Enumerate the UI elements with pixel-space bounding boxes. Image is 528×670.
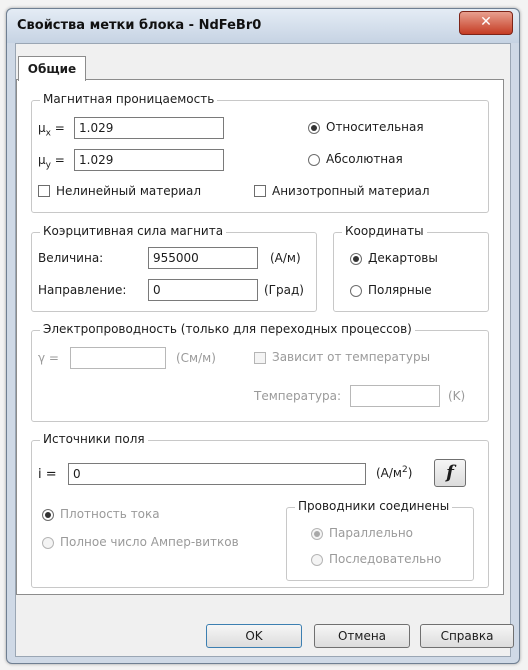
ampere-turns-radio[interactable] bbox=[42, 537, 54, 549]
temperature-label: Температура: bbox=[254, 389, 342, 403]
cartesian-radio[interactable] bbox=[350, 253, 362, 265]
parallel-radio[interactable] bbox=[311, 528, 323, 540]
tab-panel-general: Магнитная проницаемость μx = 1.029 μy = … bbox=[16, 79, 504, 595]
nonlinear-label[interactable]: Нелинейный материал bbox=[56, 184, 201, 198]
coercive-group: Коэрцитивная сила магнита Величина: 9550… bbox=[31, 224, 317, 312]
anisotropic-checkbox[interactable] bbox=[254, 185, 266, 197]
absolute-radio[interactable] bbox=[308, 154, 320, 166]
sources-group: Источники поля i = 0 (А/м2) f Плотность … bbox=[31, 432, 489, 588]
gamma-label: γ = bbox=[38, 351, 59, 365]
coercive-title: Коэрцитивная сила магнита bbox=[40, 224, 227, 238]
temperature-unit: (K) bbox=[448, 389, 466, 403]
relative-label[interactable]: Относительная bbox=[326, 120, 424, 134]
close-button[interactable]: ✕ bbox=[459, 11, 513, 35]
series-radio[interactable] bbox=[311, 554, 323, 566]
relative-radio[interactable] bbox=[308, 122, 320, 134]
conductors-group: Проводники соединены Параллельно Последо… bbox=[286, 499, 474, 581]
conductors-title: Проводники соединены bbox=[295, 499, 453, 513]
series-label[interactable]: Последовательно bbox=[329, 552, 441, 566]
help-button[interactable]: Справка bbox=[420, 624, 514, 648]
i-unit: (А/м2) bbox=[376, 465, 413, 480]
mu-x-label: μx = bbox=[38, 121, 65, 139]
mu-y-label: μy = bbox=[38, 153, 65, 171]
nonlinear-checkbox[interactable] bbox=[38, 185, 50, 197]
sources-title: Источники поля bbox=[40, 432, 148, 446]
anisotropic-label[interactable]: Анизотропный материал bbox=[272, 184, 430, 198]
magnitude-label: Величина: bbox=[38, 251, 104, 265]
coordinates-group: Координаты Декартовы Полярные bbox=[333, 224, 489, 312]
function-button[interactable]: f bbox=[434, 459, 466, 487]
window-title: Свойства метки блока - NdFeBr0 bbox=[17, 18, 262, 33]
current-density-label[interactable]: Плотность тока bbox=[60, 507, 160, 521]
polar-radio[interactable] bbox=[350, 285, 362, 297]
magnitude-unit: (А/м) bbox=[270, 251, 301, 265]
i-input[interactable]: 0 bbox=[68, 463, 366, 485]
i-label: i = bbox=[38, 467, 57, 482]
gamma-input[interactable] bbox=[70, 347, 166, 369]
gamma-unit: (См/м) bbox=[176, 351, 216, 365]
current-density-radio[interactable] bbox=[42, 509, 54, 521]
title-bar[interactable]: Свойства метки блока - NdFeBr0 ✕ bbox=[7, 9, 519, 43]
coordinates-title: Координаты bbox=[342, 224, 427, 238]
permeability-group: Магнитная проницаемость μx = 1.029 μy = … bbox=[31, 92, 489, 213]
permeability-title: Магнитная проницаемость bbox=[40, 92, 218, 106]
parallel-label[interactable]: Параллельно bbox=[329, 526, 413, 540]
ok-button[interactable]: OK bbox=[206, 624, 302, 648]
absolute-label[interactable]: Абсолютная bbox=[326, 152, 403, 166]
temp-dependent-label[interactable]: Зависит от температуры bbox=[272, 350, 430, 364]
conductivity-title: Электропроводность (только для переходны… bbox=[40, 322, 415, 336]
ampere-turns-label[interactable]: Полное число Ампер-витков bbox=[60, 535, 239, 549]
direction-label: Направление: bbox=[38, 283, 127, 297]
cancel-button[interactable]: Отмена bbox=[314, 624, 410, 648]
temp-dependent-checkbox[interactable] bbox=[254, 352, 266, 364]
direction-unit: (Град) bbox=[264, 283, 304, 297]
magnitude-input[interactable]: 955000 bbox=[148, 247, 258, 269]
conductivity-group: Электропроводность (только для переходны… bbox=[31, 322, 489, 422]
cartesian-label[interactable]: Декартовы bbox=[368, 251, 438, 265]
direction-input[interactable]: 0 bbox=[148, 279, 258, 301]
tab-general[interactable]: Общие bbox=[18, 56, 86, 81]
mu-y-input[interactable]: 1.029 bbox=[74, 149, 224, 171]
polar-label[interactable]: Полярные bbox=[368, 283, 432, 297]
mu-x-input[interactable]: 1.029 bbox=[74, 117, 224, 139]
temperature-input[interactable] bbox=[350, 385, 440, 407]
